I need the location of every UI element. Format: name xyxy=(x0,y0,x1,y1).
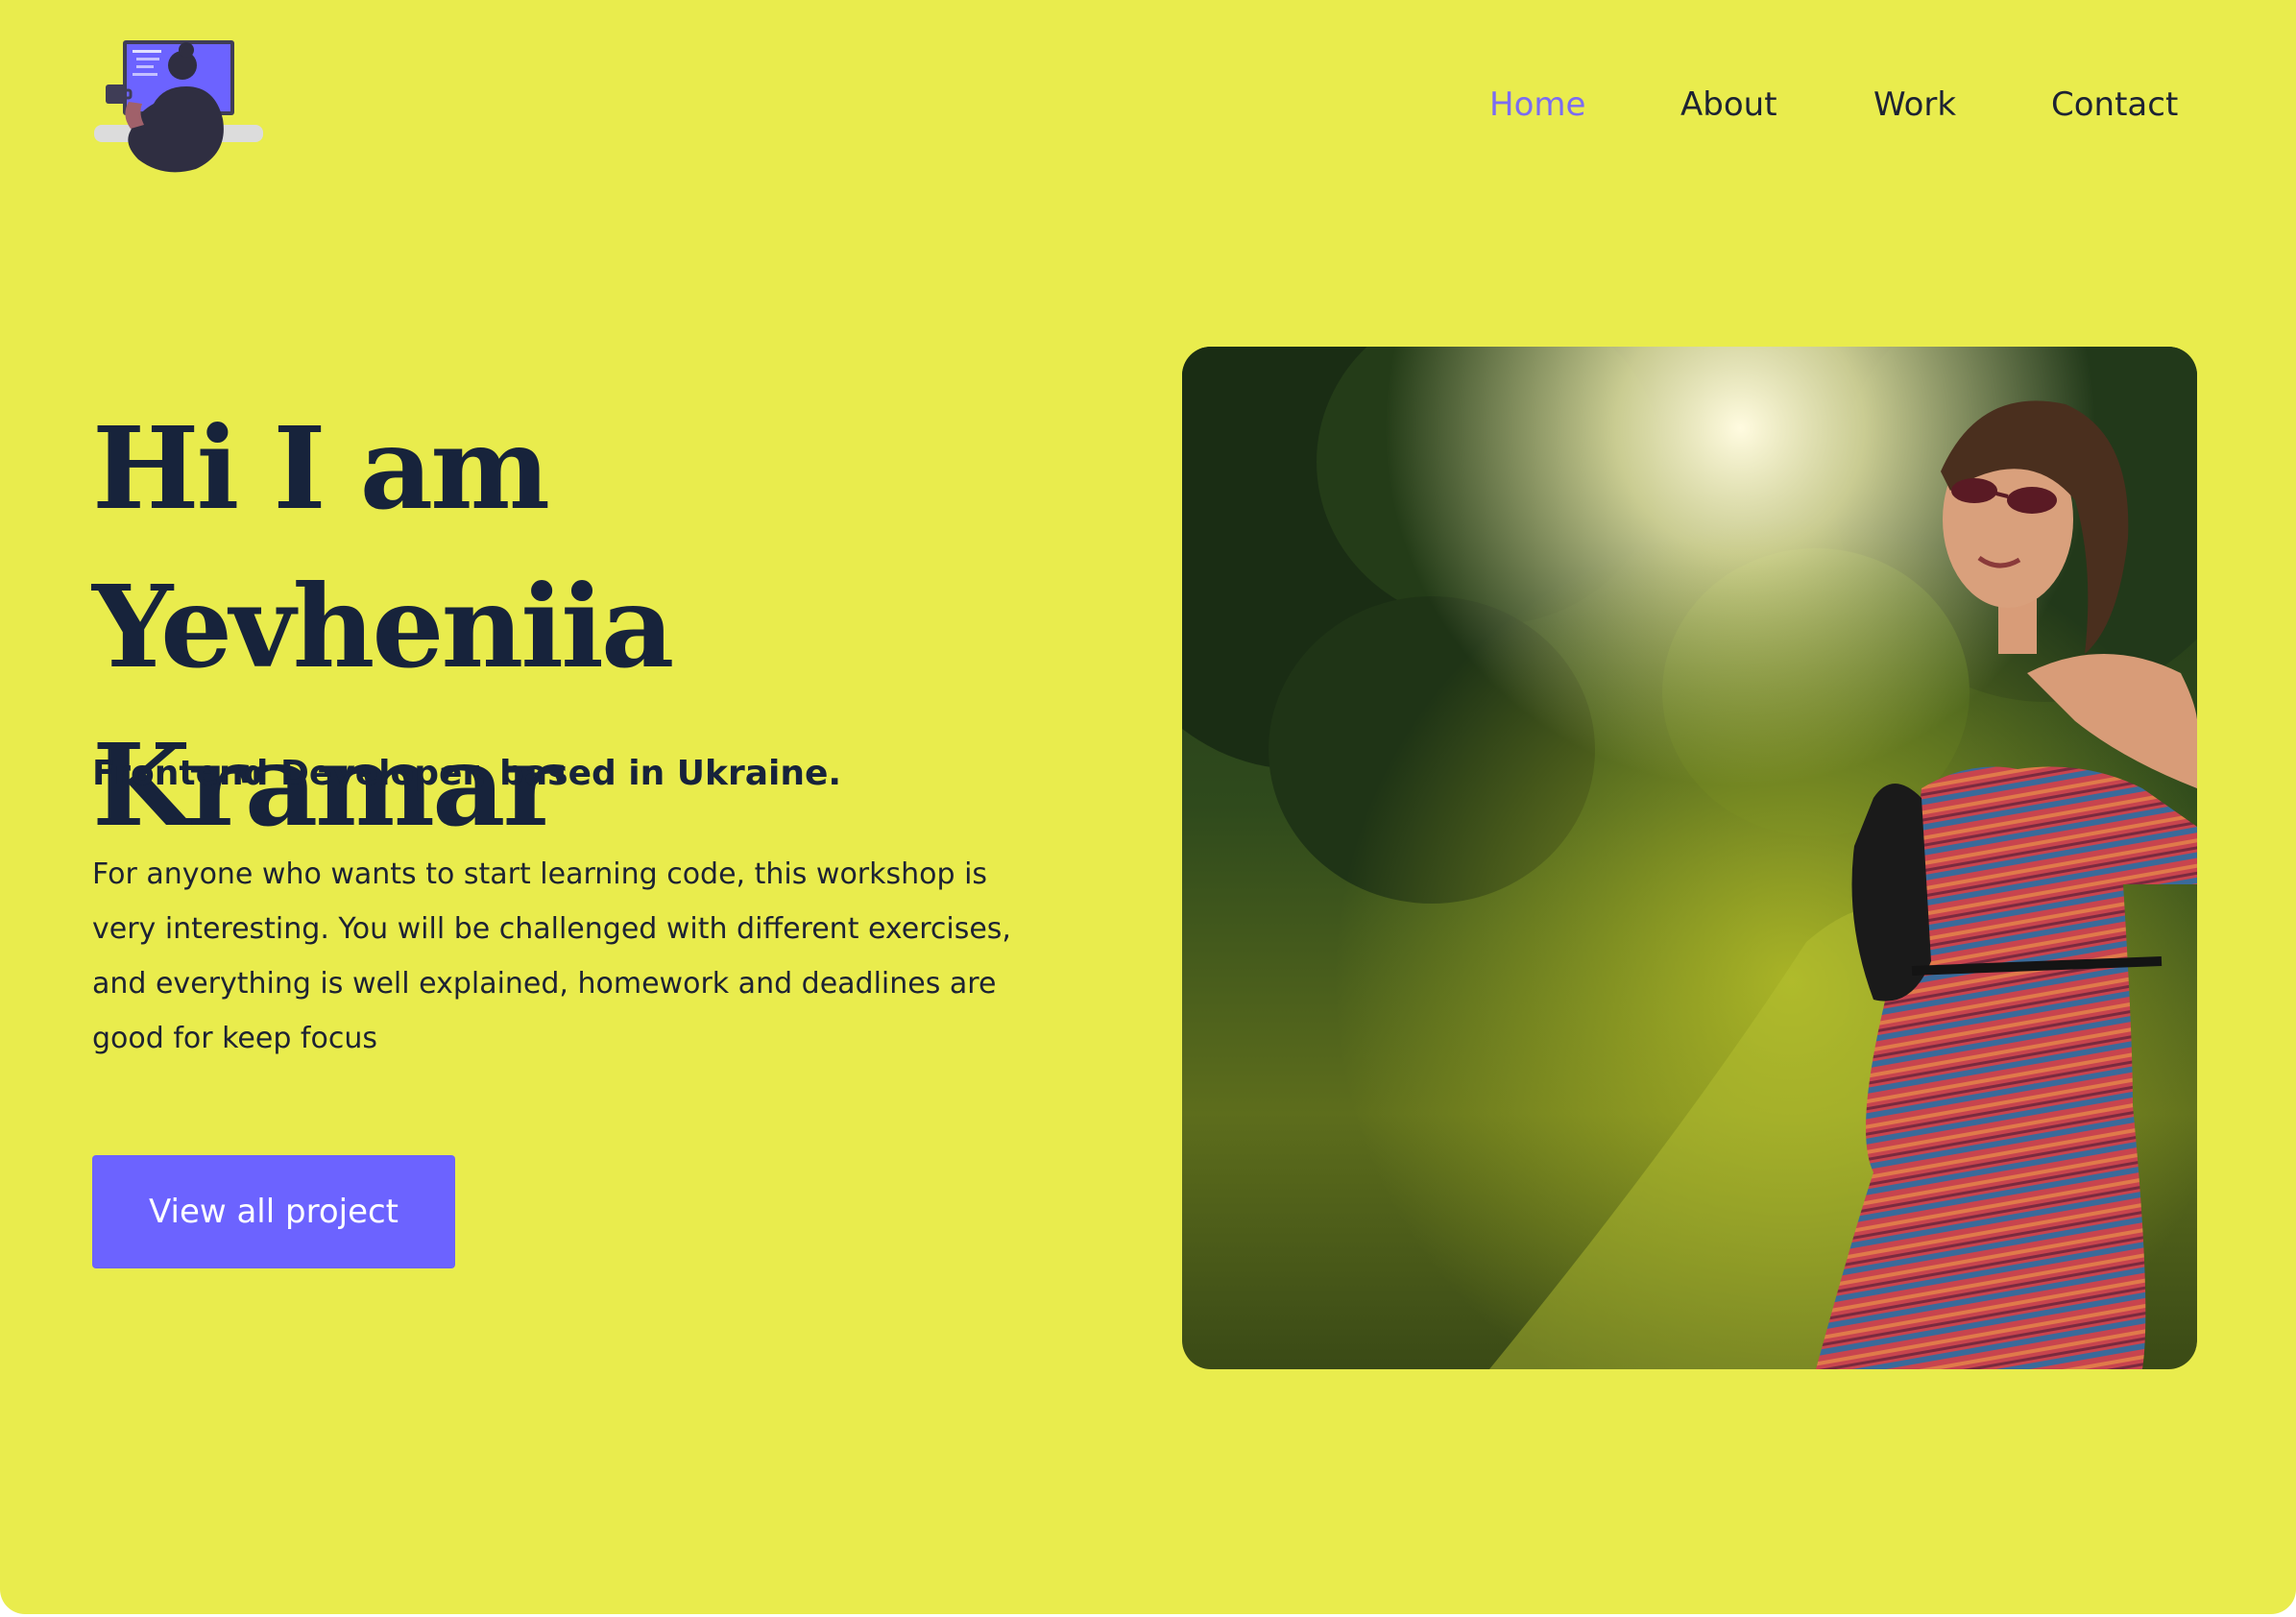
nav-about-link[interactable]: About xyxy=(1680,81,1777,129)
hero-subtitle: Frontend Developer, based in Ukraine. xyxy=(92,754,842,793)
nav-home-link[interactable]: Home xyxy=(1489,81,1585,129)
page: Home About Work Contact Hi I am Yevhenii… xyxy=(0,0,2296,1614)
main-nav: Home About Work Contact xyxy=(0,81,2296,129)
view-all-projects-button[interactable]: View all project xyxy=(92,1155,455,1268)
hero-title-line-1: Hi I am Yevheniia xyxy=(92,401,674,693)
nav-work-link[interactable]: Work xyxy=(1873,81,1956,129)
hero-photo xyxy=(1182,347,2197,1369)
hero-description: For anyone who wants to start learning c… xyxy=(92,857,1011,1055)
nav-contact-link[interactable]: Contact xyxy=(2051,81,2178,129)
